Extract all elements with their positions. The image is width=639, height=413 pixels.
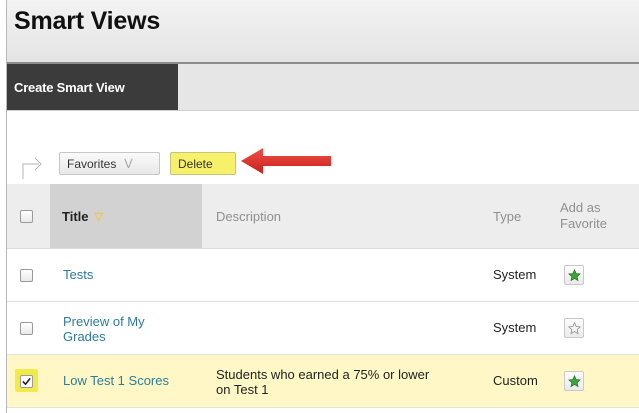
fav-header-line2: Favorite xyxy=(560,216,607,231)
table-row: Low Test 1 Scores Students who earned a … xyxy=(7,355,639,408)
favorites-button[interactable]: Favorites ⋁ xyxy=(59,152,160,175)
type-column-header: Type xyxy=(493,208,522,224)
star-outline-icon xyxy=(567,321,581,334)
checkmark-icon xyxy=(22,377,31,386)
table-row: Tests System xyxy=(7,249,639,302)
star-filled-icon xyxy=(567,374,581,387)
row-description-line2: on Test 1 xyxy=(216,382,269,397)
selection-arrow-icon xyxy=(22,157,42,179)
description-column-header: Description xyxy=(216,208,282,224)
row-title-line1: Preview of My xyxy=(63,314,145,329)
row-type: Custom xyxy=(493,373,538,388)
delete-button[interactable]: Delete xyxy=(170,152,236,175)
select-all-checkbox[interactable] xyxy=(20,210,33,223)
double-chevron-down-icon: ⋁ xyxy=(124,158,133,169)
page-header: Smart Views xyxy=(7,0,639,64)
sort-descending-icon[interactable]: ▽ xyxy=(95,210,103,223)
favorite-toggle[interactable] xyxy=(564,371,584,391)
star-filled-icon xyxy=(567,268,581,281)
table-header-row: Title ▽ Description Type Add as Favorite xyxy=(7,184,639,249)
row-type: System xyxy=(493,320,537,335)
red-arrow-annotation-icon xyxy=(241,148,331,174)
row-checkbox[interactable] xyxy=(20,269,33,282)
create-smart-view-button[interactable]: Create Smart View xyxy=(7,64,178,110)
row-checkbox[interactable] xyxy=(20,322,33,335)
smart-views-table: Title ▽ Description Type Add as Favorite… xyxy=(7,184,639,408)
row-description-line1: Students who earned a 75% or lower xyxy=(216,367,430,382)
page-title: Smart Views xyxy=(14,7,161,35)
title-header-label: Title xyxy=(62,208,89,224)
favorites-label: Favorites xyxy=(67,156,117,171)
favorite-toggle[interactable] xyxy=(564,265,584,285)
add-as-favorite-column-header: Add as Favorite xyxy=(560,184,607,248)
fav-header-line1: Add as xyxy=(560,200,601,215)
row-title-link[interactable]: Tests xyxy=(63,267,203,282)
smart-views-panel: Smart Views Create Smart View Favorites … xyxy=(6,0,639,413)
row-title-link[interactable]: Low Test 1 Scores xyxy=(63,373,203,388)
row-type: System xyxy=(493,267,537,282)
table-row: Preview of My Grades System xyxy=(7,302,639,355)
table-toolbar: Favorites ⋁ Delete xyxy=(7,148,639,182)
row-checkbox-checked[interactable] xyxy=(20,375,33,388)
row-title-line2: Grades xyxy=(63,329,106,344)
favorite-toggle[interactable] xyxy=(564,318,584,338)
row-title-link[interactable]: Preview of My Grades xyxy=(63,314,203,344)
action-bar: Create Smart View xyxy=(7,64,639,111)
row-description: Students who earned a 75% or lower on Te… xyxy=(216,367,486,397)
title-column-header[interactable]: Title ▽ xyxy=(50,184,202,248)
